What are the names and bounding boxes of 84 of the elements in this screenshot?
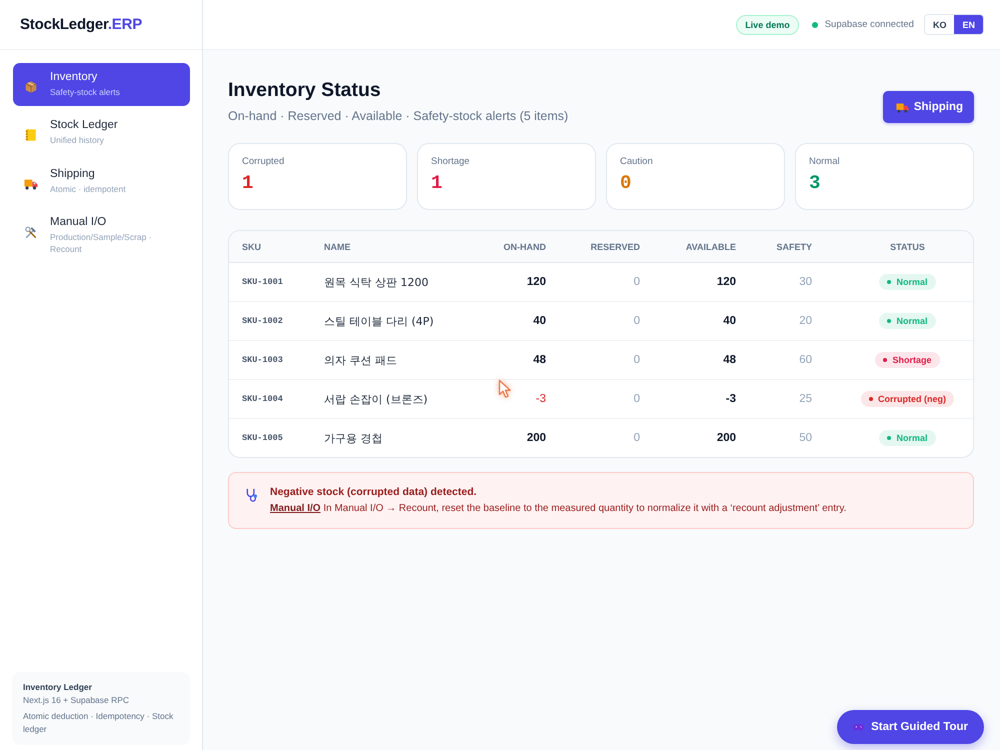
available-cell-text: 40 — [722, 315, 736, 327]
on-hand-cell-text: 120 — [526, 276, 546, 288]
on-hand-cell-text: 200 — [526, 432, 546, 444]
start-guided-tour-button[interactable]: Start Guided Tour — [837, 710, 984, 744]
nav-item-subtitle: Production/Sample/Scrap · Recount — [50, 230, 153, 256]
column-header: STATUS — [889, 242, 926, 252]
info-card-text: Next.js 16 + Supabase RPC — [23, 694, 130, 708]
sku-cell-text: SKU-1002 — [242, 316, 284, 326]
column-header: RESERVED — [590, 242, 640, 252]
sku-cell-text: SKU-1001 — [242, 277, 284, 287]
available-cell-text: 200 — [716, 432, 736, 444]
stat-label: Shortage — [431, 156, 471, 167]
column-header: ON-HAND — [502, 242, 546, 252]
stat-value: 3 — [809, 172, 822, 194]
truck-icon — [896, 100, 909, 114]
safety-cell-text: 60 — [798, 354, 812, 366]
sidebar-nav-item[interactable]: Shipping Atomic · idempotent — [13, 160, 190, 203]
page-title: Inventory Status — [228, 79, 382, 102]
connection-status: Supabase connected — [824, 19, 914, 30]
available-cell-text: -3 — [724, 393, 736, 405]
safety-cell-text: 20 — [798, 315, 812, 327]
column-header: AVAILABLE — [684, 242, 736, 252]
info-card-title: Inventory Ledger — [23, 682, 93, 692]
hammer-and-wrench-icon — [24, 224, 38, 239]
alert-title: Negative stock (corrupted data) detected. — [270, 486, 478, 498]
safety-cell-text: 25 — [798, 393, 812, 405]
nav-item-subtitle: Unified history — [50, 134, 105, 147]
stethoscope-icon — [245, 488, 260, 503]
safety-cell-text: 50 — [798, 432, 812, 444]
truck-icon — [24, 176, 38, 191]
available-cell-text: 48 — [722, 354, 736, 366]
shipping-button[interactable]: Shipping — [882, 91, 974, 123]
app-logo[interactable]: StockLedger.ERP — [20, 16, 142, 33]
alert-message: Manual I/O In Manual I/O → Recount, reset the baseline to the measured quantity to normalize it with a ‘recount adjustment’ entry. — [270, 502, 846, 516]
status-label: Normal — [896, 433, 928, 443]
name-cell-text: 의자 쿠션 패드 — [324, 352, 398, 368]
nav-item-title: Manual I/O — [50, 216, 108, 228]
safety-cell-text: 30 — [798, 276, 812, 288]
language-option[interactable]: EN — [954, 15, 983, 34]
sidebar-nav-item[interactable]: Stock Ledger Unified history — [13, 111, 190, 155]
stat-label: Normal — [809, 156, 841, 167]
reserved-cell-text: 0 — [632, 276, 640, 288]
name-cell-text: 서랍 손잡이 (브론즈) — [324, 392, 429, 406]
reserved-cell-text: 0 — [632, 432, 640, 444]
reserved-cell-text: 0 — [632, 393, 640, 405]
status-label: Normal — [896, 316, 928, 326]
sku-cell-text: SKU-1004 — [242, 394, 284, 404]
column-header: SAFETY — [775, 242, 812, 252]
available-cell-text: 120 — [716, 276, 736, 288]
stat-value: 0 — [620, 172, 632, 194]
name-cell-text: 원목 식탁 상판 1200 — [324, 274, 430, 290]
column-header: SKU — [242, 242, 262, 252]
info-card-text: Atomic deduction · Idempotency · Stock ledger — [23, 710, 174, 736]
sidebar-nav-item[interactable]: Inventory Safety-stock alerts — [13, 63, 190, 106]
mouse-pointer-icon — [498, 379, 512, 399]
on-hand-cell-text: 48 — [532, 354, 546, 366]
nav-item-title: Stock Ledger — [50, 119, 118, 132]
status-label: Corrupted (neg) — [878, 394, 946, 404]
stat-value: 1 — [431, 172, 444, 194]
stat-value: 1 — [242, 172, 254, 194]
sku-cell-text: SKU-1003 — [242, 355, 284, 365]
stat-label: Caution — [620, 156, 654, 167]
sku-cell-text: SKU-1005 — [242, 433, 284, 443]
reserved-cell-text: 0 — [632, 315, 640, 327]
name-cell-text: 스틸 테이블 다리 (4P) — [324, 314, 435, 328]
status-label: Shortage — [892, 355, 932, 365]
name-cell-text: 가구용 경첩 — [324, 430, 384, 446]
package-icon — [24, 80, 38, 94]
game-controller-icon — [853, 722, 864, 732]
nav-item-subtitle: Atomic · idempotent — [50, 182, 126, 195]
nav-item-title: Shipping — [50, 168, 96, 180]
nav-item-title: Inventory — [50, 71, 98, 83]
live-demo-badge: Live demo — [736, 14, 799, 34]
nav-item-subtitle: Safety-stock alerts — [50, 86, 120, 98]
stat-label: Corrupted — [242, 156, 286, 167]
column-header: NAME — [324, 242, 352, 252]
status-label: Normal — [896, 277, 928, 287]
manual-io-link[interactable]: Manual I/O — [270, 503, 321, 514]
on-hand-cell-text: -3 — [534, 393, 546, 405]
on-hand-cell-text: 40 — [532, 315, 546, 327]
reserved-cell-text: 0 — [632, 354, 640, 366]
notebook-icon — [24, 128, 38, 142]
page-subtitle: On-hand · Reserved · Available · Safety-stock alerts (5 items) — [228, 109, 568, 123]
sidebar-nav-item[interactable]: Manual I/O Production/Sample/Scrap · Recount — [13, 208, 190, 264]
